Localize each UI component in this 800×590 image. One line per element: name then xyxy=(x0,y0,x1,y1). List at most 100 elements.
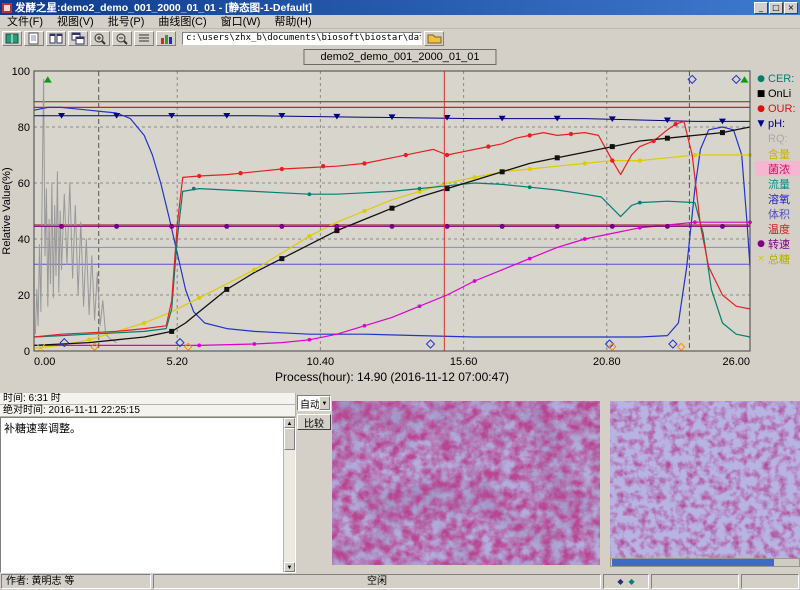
svg-text:20.80: 20.80 xyxy=(593,356,621,368)
zoom-in-button[interactable] xyxy=(90,31,110,46)
window-title: 发酵之星:demo2_demo_001_2000_01_01 - [静态图-1-… xyxy=(15,0,751,15)
svg-text:5.20: 5.20 xyxy=(166,356,187,368)
zoom-out-icon xyxy=(115,32,129,45)
status-author: 作者: 黄明志 等 xyxy=(1,574,151,589)
chart-icon xyxy=(159,32,173,45)
menu-item-2[interactable]: 批号(P) xyxy=(101,15,152,29)
legend-item-9[interactable]: 体积 xyxy=(755,206,800,221)
compare-button[interactable]: 比较 xyxy=(297,414,331,430)
svg-text:0: 0 xyxy=(24,346,30,358)
bottom-panel: 时间: 6:31 时 绝对时间: 2016-11-11 22:25:15 补糖速… xyxy=(0,393,800,573)
legend-item-2[interactable]: ●OUR: xyxy=(755,101,800,116)
legend-label: 菌浓 xyxy=(768,161,790,177)
folder-open-icon xyxy=(427,32,442,44)
legend-label: 体积 xyxy=(768,206,790,222)
book-button[interactable] xyxy=(2,31,22,46)
svg-text:26.00: 26.00 xyxy=(722,356,750,368)
image-hscroll-thumb[interactable] xyxy=(612,559,774,566)
legend-label: 转速 xyxy=(768,236,790,252)
scroll-up-icon[interactable]: ▲ xyxy=(284,418,295,428)
legend-marker-icon: ■ xyxy=(756,89,766,99)
book-icon xyxy=(5,32,19,45)
page-icon xyxy=(27,32,41,45)
svg-text:60: 60 xyxy=(18,178,30,190)
chevron-down-icon: ▼ xyxy=(319,396,330,410)
pane-divider[interactable] xyxy=(600,393,610,573)
browse-button[interactable] xyxy=(424,31,444,46)
legend-item-11[interactable]: ●转速 xyxy=(755,236,800,251)
svg-text:40: 40 xyxy=(18,234,30,246)
chart-title: demo2_demo_001_2000_01_01 xyxy=(303,49,496,65)
chart-button[interactable] xyxy=(156,31,176,46)
microscope-image-1 xyxy=(332,401,600,565)
svg-text:20: 20 xyxy=(18,290,30,302)
legend-label: pH: xyxy=(768,118,785,130)
svg-text:80: 80 xyxy=(18,122,30,134)
legend-item-10[interactable]: 温度 xyxy=(755,221,800,236)
status-icons: ◆◆ xyxy=(603,574,649,589)
cascade-windows-button[interactable] xyxy=(68,31,88,46)
menu-item-4[interactable]: 窗口(W) xyxy=(214,15,268,29)
note-vscroll-thumb[interactable] xyxy=(284,428,295,450)
legend-label: 流量 xyxy=(768,176,790,192)
legend-item-7[interactable]: 流量 xyxy=(755,176,800,191)
legend-item-8[interactable]: 溶氧 xyxy=(755,191,800,206)
tile-windows-button[interactable] xyxy=(46,31,66,46)
mode-select[interactable]: 自动 ▼ xyxy=(297,395,331,411)
legend-item-4[interactable]: RQ: xyxy=(755,131,800,146)
cascade-windows-icon xyxy=(71,32,85,45)
toolbar: c:\users\zhx_b\documents\biosoft\biostar… xyxy=(0,29,800,47)
page-button[interactable] xyxy=(24,31,44,46)
note-vscroll-track[interactable] xyxy=(284,428,295,562)
status-blank-1 xyxy=(651,574,739,589)
legend-item-12[interactable]: ×总糖 xyxy=(755,251,800,266)
status-diamond-icon: ◆ xyxy=(629,578,635,586)
close-button[interactable]: × xyxy=(784,2,798,14)
info-panel: 时间: 6:31 时 绝对时间: 2016-11-11 22:25:15 补糖速… xyxy=(0,393,296,573)
svg-text:100: 100 xyxy=(12,67,30,78)
note-list[interactable]: 补糖速率调整。 ▲ ▼ xyxy=(0,417,296,573)
note-text: 补糖速率调整。 xyxy=(1,418,283,572)
process-chart[interactable]: 0.005.2010.4015.6020.8026.00020406080100… xyxy=(0,67,754,391)
note-vscrollbar[interactable]: ▲ ▼ xyxy=(283,418,295,572)
tile-windows-icon xyxy=(49,32,63,45)
time-label: 时间: 6:31 时 xyxy=(0,393,296,405)
microscope-pane-2 xyxy=(610,401,800,573)
status-diamond-icon: ◆ xyxy=(617,578,623,586)
menu-item-1[interactable]: 视图(V) xyxy=(50,15,101,29)
svg-text:10.40: 10.40 xyxy=(307,356,335,368)
zoom-out-button[interactable] xyxy=(112,31,132,46)
legend-label: 温度 xyxy=(768,221,790,237)
title-bar: 发酵之星:demo2_demo_001_2000_01_01 - [静态图-1-… xyxy=(0,0,800,15)
list-button[interactable] xyxy=(134,31,154,46)
image-controls: 自动 ▼ 比较 xyxy=(296,393,332,573)
legend-label: OUR: xyxy=(768,103,796,115)
legend-item-6[interactable]: 菌浓 xyxy=(755,161,800,176)
minimize-button[interactable]: _ xyxy=(754,2,768,14)
menu-item-5[interactable]: 帮助(H) xyxy=(267,15,318,29)
legend-marker-icon: ● xyxy=(756,104,766,114)
maximize-button[interactable]: □ xyxy=(769,2,783,14)
microscope-image-2 xyxy=(610,401,800,558)
legend-item-1[interactable]: ■OnLi xyxy=(755,86,800,101)
legend-item-5[interactable]: 含量 xyxy=(755,146,800,161)
status-blank-2 xyxy=(741,574,799,589)
chart-legend: ●CER:■OnLi●OUR:▼pH:RQ:含量菌浓流量溶氧体积温度●转速×总糖 xyxy=(755,71,800,266)
legend-marker-icon: ● xyxy=(756,74,766,84)
svg-text:0.00: 0.00 xyxy=(34,356,55,368)
scroll-down-icon[interactable]: ▼ xyxy=(284,562,295,572)
file-path-input[interactable]: c:\users\zhx_b\documents\biosoft\biostar… xyxy=(182,32,422,45)
legend-item-3[interactable]: ▼pH: xyxy=(755,116,800,131)
app-window: 发酵之星:demo2_demo_001_2000_01_01 - [静态图-1-… xyxy=(0,0,800,590)
zoom-in-icon xyxy=(93,32,107,45)
image-hscrollbar[interactable] xyxy=(610,558,800,567)
legend-item-0[interactable]: ●CER: xyxy=(755,71,800,86)
list-icon xyxy=(137,32,151,45)
legend-label: 溶氧 xyxy=(768,191,790,207)
menu-item-0[interactable]: 文件(F) xyxy=(0,15,50,29)
app-icon[interactable] xyxy=(2,3,12,13)
menu-item-3[interactable]: 曲线图(C) xyxy=(151,15,213,29)
status-state: 空闲 xyxy=(153,574,601,589)
legend-marker-icon: × xyxy=(756,254,766,264)
legend-marker-icon: ● xyxy=(756,239,766,249)
